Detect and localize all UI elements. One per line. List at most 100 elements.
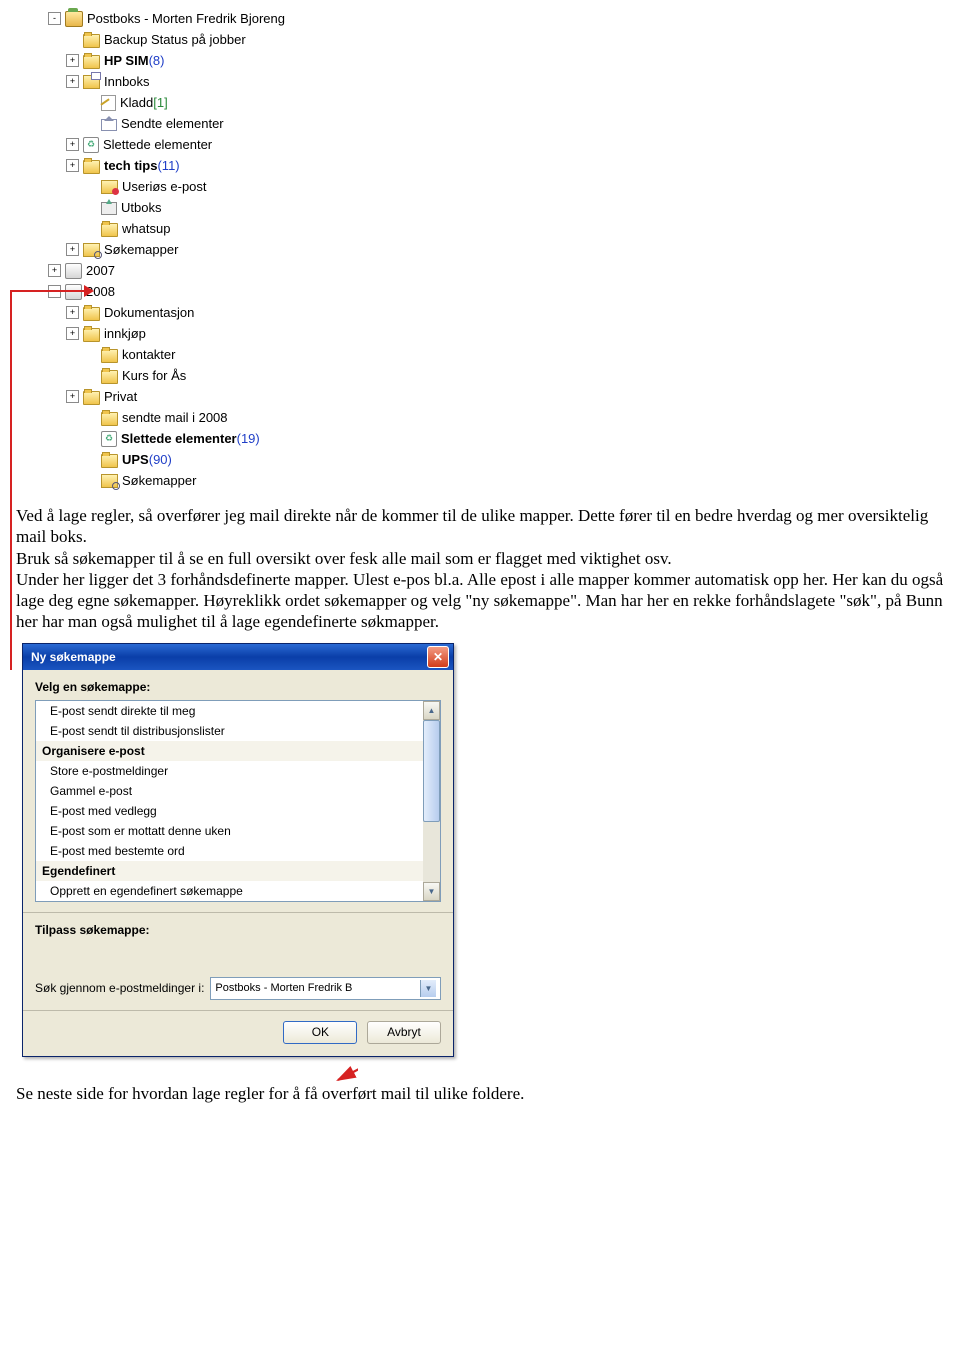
list-item[interactable]: Gammel e-post [36,781,423,801]
folder-icon [83,391,100,405]
dialog-title: Ny søkemappe [31,650,116,664]
folder-label: Backup Status på jobber [104,32,246,47]
search-in-label: Søk gjennom e-postmeldinger i: [35,981,204,995]
tree-folder-item[interactable]: +♻Slettede elementer [48,134,960,155]
folder-label: Søkemapper [122,473,196,488]
expand-icon[interactable]: + [66,75,79,88]
tree-folder-item[interactable]: + Privat [48,386,960,407]
folder-label: Slettede elementer [103,137,212,152]
folder-icon [83,34,100,48]
mailbox-icon [65,11,83,27]
tree-root-label: Postboks - Morten Fredrik Bjoreng [87,11,285,26]
folder-icon [101,349,118,363]
expand-icon[interactable]: + [66,243,79,256]
tree-folder-item[interactable]: kontakter [48,344,960,365]
tree-folder-item[interactable]: Useriøs e-post [48,176,960,197]
folder-label: Privat [104,389,137,404]
close-button[interactable]: ✕ [427,646,449,668]
store-label: 2007 [86,263,115,278]
folder-label: Utboks [121,200,161,215]
folder-label: Useriøs e-post [122,179,207,194]
folder-label: Innboks [104,74,150,89]
tree-folder-item[interactable]: +Dokumentasjon [48,302,960,323]
expand-icon[interactable]: + [66,138,79,151]
tree-folder-item[interactable]: Søkemapper [48,470,960,491]
folder-label: Kladd [120,95,153,110]
tree-folder-item[interactable]: sendte mail i 2008 [48,407,960,428]
body-paragraph-3: Under her ligger det 3 forhåndsdefinerte… [16,569,960,633]
list-group-header: Egendefinert [36,861,423,881]
unread-count: (19) [237,431,260,446]
list-group-header: Organisere e-post [36,741,423,761]
scroll-up-button[interactable]: ▲ [423,701,440,720]
tree-folder-item[interactable]: +HP SIM (8) [48,50,960,71]
scroll-thumb[interactable] [423,720,440,822]
footer-paragraph: Se neste side for hvordan lage regler fo… [16,1083,960,1104]
tree-folder-item[interactable]: UPS (90) [48,449,960,470]
expand-icon[interactable]: + [66,306,79,319]
select-folder-label: Velg en søkemappe: [35,680,441,694]
unread-count: (90) [149,452,172,467]
expand-icon[interactable]: + [48,264,61,277]
dialog-titlebar[interactable]: Ny søkemappe ✕ [23,644,453,670]
folder-icon [83,55,100,69]
folder-label: kontakter [122,347,175,362]
tree-store-2007[interactable]: + 2007 [48,260,960,281]
annotation-line [10,290,12,670]
list-item[interactable]: E-post sendt direkte til meg [36,701,423,721]
search-in-dropdown[interactable]: Postboks - Morten Fredrik B ▼ [210,977,441,1000]
scroll-down-button[interactable]: ▼ [423,882,440,901]
tree-folder-item[interactable]: + Innboks [48,71,960,92]
tree-root[interactable]: - Postboks - Morten Fredrik Bjoreng [48,8,960,29]
scroll-track[interactable] [423,720,440,882]
trash-icon: ♻ [101,431,117,447]
sent-icon [101,119,117,131]
folder-icon [101,370,118,384]
chevron-down-icon: ▼ [420,980,436,997]
list-item[interactable]: E-post med bestemte ord [36,841,423,861]
folder-tree: - Postboks - Morten Fredrik Bjoreng Back… [48,8,960,491]
collapse-icon[interactable]: - [48,12,61,25]
store-icon [65,263,82,279]
folder-label: Sendte elementer [121,116,224,131]
tree-folder-item[interactable]: Backup Status på jobber [48,29,960,50]
tree-folder-item[interactable]: +tech tips (11) [48,155,960,176]
tree-folder-item[interactable]: ♻Slettede elementer (19) [48,428,960,449]
list-item[interactable]: E-post med vedlegg [36,801,423,821]
search-icon [83,243,100,257]
folder-icon [83,160,100,174]
scrollbar: ▲ ▼ [423,701,440,901]
list-item[interactable]: Store e-postmeldinger [36,761,423,781]
folder-label: UPS [122,452,149,467]
list-item[interactable]: E-post som er mottatt denne uken [36,821,423,841]
new-search-folder-dialog: Ny søkemappe ✕ Velg en søkemappe: E-post… [22,643,454,1057]
tree-folder-item[interactable]: whatsup [48,218,960,239]
search-icon [101,474,118,488]
tree-folder-item[interactable]: +innkjøp [48,323,960,344]
body-paragraph-2: Bruk så søkemapper til å se en full over… [16,548,960,569]
ok-button[interactable]: OK [283,1021,357,1044]
expand-icon[interactable]: + [66,390,79,403]
unread-count: (11) [157,158,179,173]
folder-label: HP SIM [104,53,149,68]
tree-folder-item[interactable]: Utboks [48,197,960,218]
tree-folder-item[interactable]: Kladd [1] [48,92,960,113]
expand-icon[interactable]: + [66,327,79,340]
annotation-line [10,290,88,292]
unread-count: [1] [153,95,167,110]
folder-label: Søkemapper [104,242,178,257]
tree-folder-item[interactable]: Kurs for Ås [48,365,960,386]
tree-folder-item[interactable]: Sendte elementer [48,113,960,134]
list-item[interactable]: Opprett en egendefinert søkemappe [36,881,423,901]
list-item[interactable]: E-post sendt til distribusjonslister [36,721,423,741]
tree-folder-item[interactable]: + Søkemapper [48,239,960,260]
tree-store-2008[interactable]: - 2008 [48,281,960,302]
draft-icon [101,95,116,111]
search-folder-list: E-post sendt direkte til megE-post sendt… [35,700,441,902]
expand-icon[interactable]: + [66,159,79,172]
search-in-value: Postboks - Morten Fredrik B [215,982,352,994]
folder-label: Kurs for Ås [122,368,186,383]
cancel-button[interactable]: Avbryt [367,1021,441,1044]
expand-icon[interactable]: + [66,54,79,67]
folder-icon [101,223,118,237]
